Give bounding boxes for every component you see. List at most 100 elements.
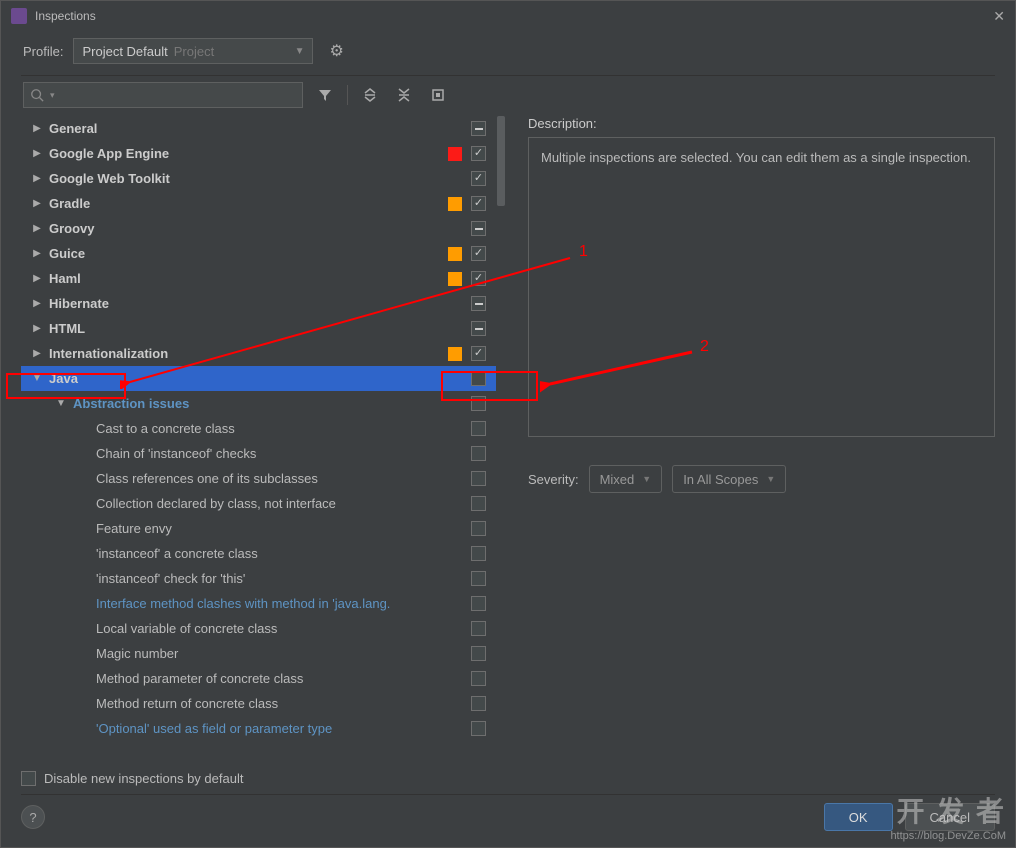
checkbox[interactable] — [471, 496, 486, 511]
checkbox[interactable] — [471, 721, 486, 736]
vertical-scrollbar[interactable] — [496, 116, 506, 763]
divider — [347, 85, 348, 105]
disable-new-inspections-row: Disable new inspections by default — [21, 771, 995, 786]
checkbox[interactable] — [471, 571, 486, 586]
checkbox[interactable] — [471, 221, 486, 236]
chevron-right-icon[interactable]: ▶ — [31, 198, 43, 209]
disable-new-inspections-checkbox[interactable] — [21, 771, 36, 786]
tree-item[interactable]: ▶ Internationalization ✓ — [21, 341, 506, 366]
tree-child-item[interactable]: Magic number — [21, 641, 506, 666]
tree-item-label: Class references one of its subclasses — [96, 471, 318, 486]
tree-item[interactable]: ▶Haml✓ — [21, 266, 506, 291]
checkbox[interactable]: ✓ — [471, 271, 486, 286]
chevron-right-icon[interactable]: ▶ — [31, 223, 43, 234]
tree-child-item[interactable]: Class references one of its subclasses — [21, 466, 506, 491]
tree-item[interactable]: ▼Java — [21, 366, 506, 391]
checkbox[interactable] — [471, 421, 486, 436]
checkbox[interactable] — [471, 321, 486, 336]
expand-all-icon[interactable] — [358, 83, 382, 107]
collapse-all-icon[interactable] — [392, 83, 416, 107]
scope-select[interactable]: In All Scopes ▼ — [672, 465, 786, 493]
tree-item[interactable]: ▶HTML — [21, 316, 506, 341]
help-button[interactable]: ? — [21, 805, 45, 829]
chevron-down-icon: ▼ — [295, 46, 305, 57]
checkbox[interactable] — [471, 621, 486, 636]
checkbox[interactable]: ✓ — [471, 246, 486, 261]
tree-item-label: Magic number — [96, 646, 178, 661]
profile-suffix: Project — [174, 44, 214, 59]
description-text: Multiple inspections are selected. You c… — [528, 137, 995, 437]
tree-child-item[interactable]: Collection declared by class, not interf… — [21, 491, 506, 516]
tree-child-item[interactable]: Cast to a concrete class — [21, 416, 506, 441]
dialog-body: ▶General▶Google App Engine✓▶Google Web T… — [1, 116, 1015, 763]
tree-item[interactable]: ▶Groovy — [21, 216, 506, 241]
inspection-tree[interactable]: ▶General▶Google App Engine✓▶Google Web T… — [21, 116, 506, 763]
severity-color-indicator — [448, 347, 462, 361]
checkbox[interactable] — [471, 296, 486, 311]
checkbox[interactable] — [471, 471, 486, 486]
tree-item[interactable]: ▶Google Web Toolkit✓ — [21, 166, 506, 191]
tree-child-item[interactable]: 'Optional' used as field or parameter ty… — [21, 716, 506, 741]
chevron-down-icon[interactable]: ▼ — [55, 398, 67, 409]
tree-child-item[interactable]: Chain of 'instanceof' checks — [21, 441, 506, 466]
filter-icon[interactable] — [313, 83, 337, 107]
inspections-dialog: Inspections ✕ Profile: Project Default P… — [0, 0, 1016, 848]
chevron-down-icon[interactable]: ▼ — [31, 373, 43, 384]
tree-child-item[interactable]: Method parameter of concrete class — [21, 666, 506, 691]
tree-item-label: Internationalization — [49, 346, 168, 361]
checkbox[interactable] — [471, 371, 486, 386]
tree-item[interactable]: ▶Gradle✓ — [21, 191, 506, 216]
chevron-right-icon[interactable]: ▶ — [31, 273, 43, 284]
checkbox[interactable] — [471, 596, 486, 611]
checkbox[interactable]: ✓ — [471, 196, 486, 211]
checkbox[interactable] — [471, 446, 486, 461]
reset-icon[interactable] — [426, 83, 450, 107]
tree-item[interactable]: ▶Google App Engine✓ — [21, 141, 506, 166]
tree-item-label: Cast to a concrete class — [96, 421, 235, 436]
tree-item[interactable]: ▶General — [21, 116, 506, 141]
tree-child-item[interactable]: 'instanceof' check for 'this' — [21, 566, 506, 591]
severity-color-indicator — [448, 197, 462, 211]
profile-row: Profile: Project Default Project ▼ ⚙ — [1, 31, 1015, 71]
tree-child-item[interactable]: Feature envy — [21, 516, 506, 541]
checkbox[interactable] — [471, 121, 486, 136]
chevron-right-icon[interactable]: ▶ — [31, 348, 43, 359]
severity-select[interactable]: Mixed ▼ — [589, 465, 663, 493]
chevron-right-icon[interactable]: ▶ — [31, 298, 43, 309]
checkbox[interactable] — [471, 521, 486, 536]
checkbox[interactable] — [471, 546, 486, 561]
checkbox[interactable] — [471, 396, 486, 411]
tree-item[interactable]: ▼Abstraction issues — [21, 391, 506, 416]
tree-item[interactable]: ▶Hibernate — [21, 291, 506, 316]
checkbox[interactable]: ✓ — [471, 171, 486, 186]
tree-child-item[interactable]: Local variable of concrete class — [21, 616, 506, 641]
checkbox[interactable] — [471, 646, 486, 661]
tree-child-item[interactable]: 'instanceof' a concrete class — [21, 541, 506, 566]
details-panel: Description: Multiple inspections are se… — [506, 116, 995, 763]
tree-child-item[interactable]: Method return of concrete class — [21, 691, 506, 716]
checkbox[interactable] — [471, 696, 486, 711]
gear-icon[interactable]: ⚙ — [329, 41, 343, 61]
close-icon[interactable]: ✕ — [993, 8, 1005, 25]
tree-child-item[interactable]: Interface method clashes with method in … — [21, 591, 506, 616]
inspection-tree-panel: ▶General▶Google App Engine✓▶Google Web T… — [21, 116, 506, 763]
checkbox[interactable] — [471, 671, 486, 686]
tree-item-label: Interface method clashes with method in … — [96, 596, 390, 611]
chevron-right-icon[interactable]: ▶ — [31, 123, 43, 134]
ok-button[interactable]: OK — [824, 803, 893, 831]
chevron-right-icon[interactable]: ▶ — [31, 323, 43, 334]
profile-select[interactable]: Project Default Project ▼ — [73, 38, 313, 64]
search-input[interactable]: ▾ — [23, 82, 303, 108]
chevron-right-icon[interactable]: ▶ — [31, 248, 43, 259]
tree-item-label: Method return of concrete class — [96, 696, 278, 711]
titlebar: Inspections ✕ — [1, 1, 1015, 31]
chevron-right-icon[interactable]: ▶ — [31, 148, 43, 159]
severity-label: Severity: — [528, 472, 579, 487]
scrollbar-thumb[interactable] — [497, 116, 505, 206]
checkbox[interactable]: ✓ — [471, 346, 486, 361]
checkbox[interactable]: ✓ — [471, 146, 486, 161]
tree-item[interactable]: ▶Guice✓ — [21, 241, 506, 266]
app-icon — [11, 8, 27, 24]
chevron-right-icon[interactable]: ▶ — [31, 173, 43, 184]
cancel-button[interactable]: Cancel — [905, 803, 995, 831]
